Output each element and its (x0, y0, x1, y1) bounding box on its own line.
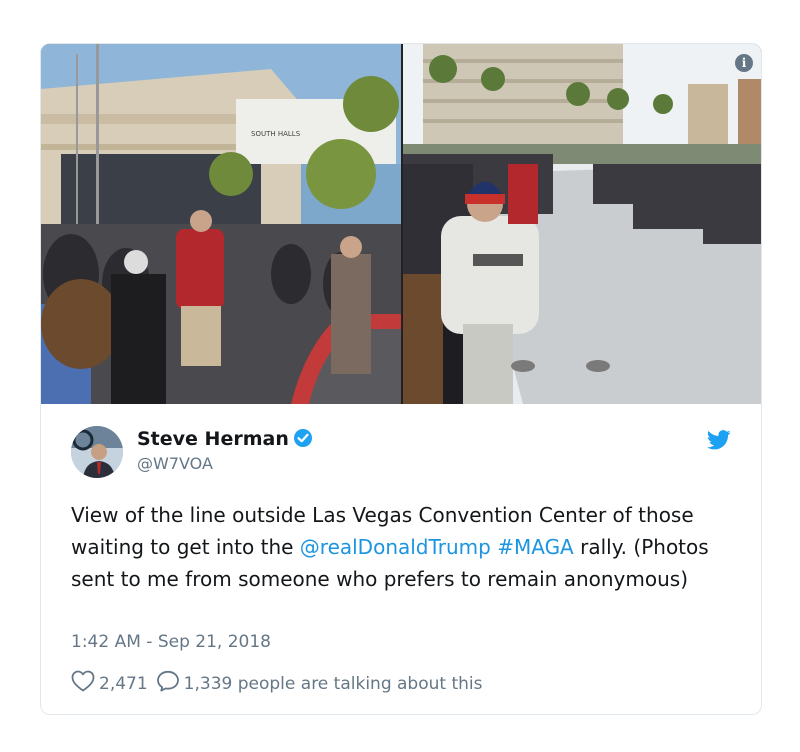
heart-icon[interactable] (71, 670, 99, 697)
reply-action[interactable]: 1,339 people are talking about this (156, 670, 483, 697)
like-count: 2,471 (99, 673, 148, 694)
tweet-timestamp[interactable]: 1:42 AM - Sep 21, 2018 (71, 632, 271, 652)
like-action[interactable]: 2,471 (71, 670, 148, 697)
sign-text: SOUTH HALLS (251, 130, 301, 138)
info-icon[interactable]: i (735, 54, 753, 72)
tweet-card[interactable]: SOUTH HALLS i Steve Herman @W7VOA View o… (40, 43, 762, 715)
tweet-actions: 2,471 1,339 people are talking about thi… (71, 670, 482, 697)
twitter-bird-icon[interactable] (706, 430, 731, 454)
tweet-media[interactable]: SOUTH HALLS i (41, 44, 762, 404)
verified-badge-icon (293, 428, 313, 452)
conversation-count[interactable]: 1,339 people are talking about this (184, 674, 483, 694)
hashtag-link[interactable]: #MAGA (497, 535, 574, 559)
photo-convention-center-line[interactable]: SOUTH HALLS (41, 44, 401, 404)
mention-link[interactable]: @realDonaldTrump (300, 535, 491, 559)
display-name[interactable]: Steve Herman (137, 428, 289, 450)
reply-bubble-icon[interactable] (156, 670, 184, 697)
tweet-text: View of the line outside Las Vegas Conve… (71, 499, 741, 595)
user-handle[interactable]: @W7VOA (137, 454, 213, 473)
avatar[interactable] (71, 426, 123, 478)
photo-line-plaza[interactable] (403, 44, 762, 404)
avatar-image (71, 426, 123, 478)
